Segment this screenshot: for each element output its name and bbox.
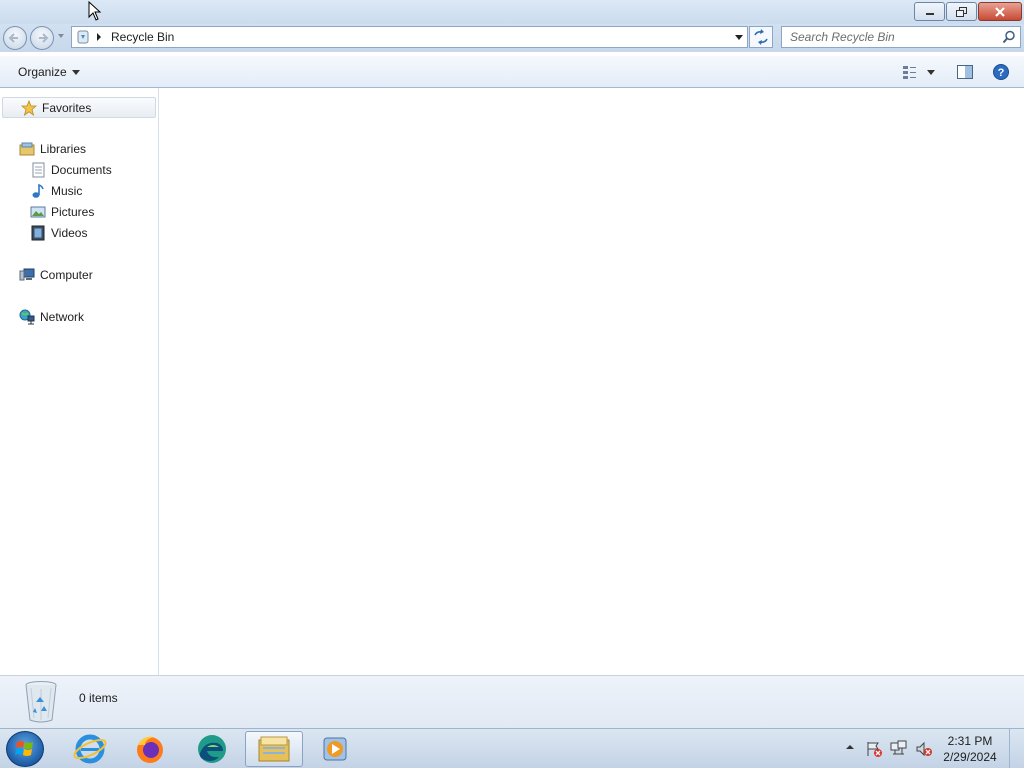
refresh-icon [754,29,768,45]
change-view-icon[interactable] [901,64,937,80]
nav-item-documents[interactable]: Documents [30,161,112,179]
favorites-label: Favorites [42,101,92,115]
breadcrumb-separator[interactable] [97,33,101,41]
folder-icon [258,736,290,762]
recent-pages-dropdown[interactable] [58,34,64,38]
address-history-dropdown[interactable] [735,35,743,40]
media-player-icon [323,737,347,761]
network-label: Network [40,310,85,324]
music-label: Music [51,184,83,198]
start-button[interactable] [6,731,44,767]
network-status-icon[interactable] [890,740,908,758]
navigation-pane: Favorites Libraries Documents Music Pict… [0,88,159,675]
item-count: 0 items [79,691,118,705]
pictures-label: Pictures [51,205,95,219]
documents-label: Documents [51,163,112,177]
close-button[interactable] [978,2,1022,21]
nav-item-computer[interactable]: Computer [19,266,93,284]
file-list-area[interactable] [159,88,1024,675]
preview-pane-icon[interactable] [956,64,974,80]
nav-item-network[interactable]: Network [19,308,84,326]
firefox-icon [137,736,163,763]
taskbar-internet-explorer[interactable] [61,731,119,767]
action-center-icon[interactable] [865,740,883,758]
refresh-button[interactable] [749,26,773,48]
windows-logo-icon [15,741,33,756]
taskbar-media-player[interactable] [307,731,365,767]
nav-item-libraries[interactable]: Libraries [19,140,86,158]
organize-label: Organize [18,65,67,79]
nav-item-music[interactable]: Music [30,182,82,200]
minimize-button[interactable] [914,2,945,21]
close-icon [995,6,1005,17]
window-controls [913,2,1022,21]
mouse-cursor-icon [88,1,102,21]
nav-item-favorites[interactable]: Favorites [2,97,156,118]
documents-icon [30,162,46,178]
clock-time: 2:31 PM [947,734,993,748]
taskbar-windows-explorer[interactable] [245,731,303,767]
computer-label: Computer [40,268,93,282]
network-icon [19,309,35,325]
address-row: Recycle Bin Search Recycle Bin [0,24,1024,52]
star-icon [21,100,37,116]
search-placeholder: Search Recycle Bin [790,30,895,44]
show-hidden-icons-icon[interactable] [845,742,855,752]
taskbar: 2:31 PM 2/29/2024 [0,728,1024,768]
edge-icon [198,735,226,763]
music-icon [30,183,46,199]
chevron-down-icon [71,70,80,76]
system-clock[interactable]: 2:31 PM 2/29/2024 [930,733,1010,765]
pictures-icon [30,204,46,220]
videos-icon [30,225,46,241]
address-bar[interactable]: Recycle Bin [71,26,748,48]
libraries-icon [19,141,35,157]
recycle-bin-large-icon [25,681,57,723]
search-box[interactable]: Search Recycle Bin [781,26,1021,48]
computer-icon [19,267,35,283]
internet-explorer-icon [73,734,107,764]
forward-button[interactable] [30,26,54,50]
taskbar-firefox[interactable] [121,731,179,767]
back-arrow-icon [8,33,18,43]
nav-item-pictures[interactable]: Pictures [30,203,94,221]
details-pane: 0 items [0,675,1024,728]
command-bar: Organize ? [0,56,1024,88]
restore-button[interactable] [946,2,977,21]
title-bar [0,0,1024,24]
recycle-bin-icon [77,30,89,44]
nav-item-videos[interactable]: Videos [30,224,87,242]
taskbar-edge[interactable] [183,731,241,767]
organize-menu-button[interactable]: Organize [18,65,80,79]
minimize-icon [925,12,934,15]
search-icon[interactable] [1002,30,1016,44]
forward-arrow-icon [39,33,49,43]
restore-icon [955,6,967,17]
libraries-label: Libraries [40,142,87,156]
breadcrumb-recycle-bin[interactable]: Recycle Bin [111,30,174,44]
show-desktop-button[interactable] [1009,729,1024,768]
clock-date: 2/29/2024 [943,750,997,764]
help-icon[interactable]: ? [992,64,1010,82]
videos-label: Videos [51,226,88,240]
svg-text:?: ? [998,67,1005,79]
back-button[interactable] [3,26,27,50]
